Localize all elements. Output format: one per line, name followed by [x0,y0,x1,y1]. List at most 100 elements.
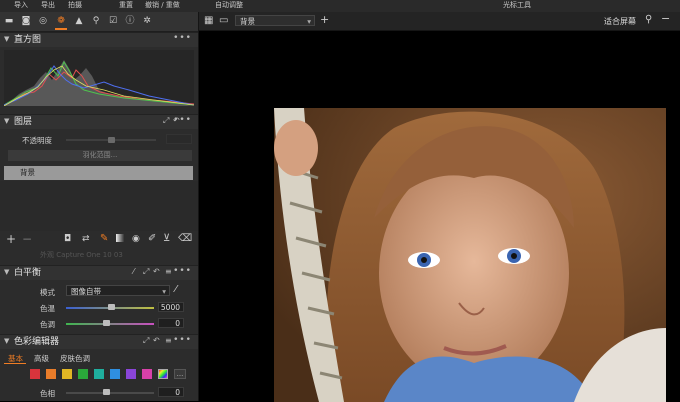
viewer-toolbar: ▦ ▭ 背景 ▾ + 适合屏幕 ⚲ − [199,12,680,31]
fill-icon[interactable]: ⊻ [163,233,170,244]
chevron-down-icon: ▾ [162,287,166,296]
hue-label: 色相 [40,389,55,398]
color-editor-header[interactable]: ▼ 色彩编辑器 ⤢ ↶ ≡ ••• [0,334,198,349]
preset-icon[interactable]: ≡ [165,336,172,345]
collapse-icon[interactable]: ▼ [4,117,9,125]
color-swatch[interactable] [30,369,40,379]
reset-menu[interactable]: 重置 [119,0,133,11]
remove-layer-icon[interactable]: − [22,232,32,246]
more-icon[interactable]: ••• [173,33,192,43]
more-icon[interactable]: ••• [173,335,192,345]
kelvin-slider-thumb[interactable] [108,304,115,310]
photo[interactable] [274,108,666,402]
kelvin-value[interactable]: 5000 [158,302,184,312]
exposure-icon[interactable]: ▲ [73,15,85,27]
opacity-value[interactable] [166,134,192,144]
layers-title: 图层 [14,117,33,127]
collapse-icon[interactable]: ▼ [4,35,9,43]
erase-mask-icon[interactable]: ⌫ [178,233,192,244]
reset-icon[interactable]: ↶ [153,267,160,276]
color-swatch[interactable] [62,369,72,379]
gradient-icon[interactable] [116,234,124,242]
layer-list-area [0,181,198,231]
folder-icon[interactable]: ▬ [3,15,15,27]
lens-icon[interactable]: ◎ [37,15,49,27]
apply-icon[interactable]: ⤢ [163,116,169,126]
hue-slider[interactable] [66,392,154,394]
more-icon[interactable]: ••• [173,266,192,276]
hue-slider-thumb[interactable] [103,389,110,395]
capture-menu[interactable]: 拍摄 [68,0,82,11]
cursor-tools-menu[interactable]: 光标工具 [503,0,531,11]
color-swatch[interactable] [110,369,120,379]
color-swatch[interactable] [142,369,152,379]
add-icon[interactable]: + [320,13,329,26]
layer-tools: + − ◘ ⇄ ✎ ◉ ✐ ⊻ ⌫ [0,231,198,249]
image-viewer [199,31,680,402]
apply-icon[interactable]: ⤢ [143,267,149,277]
zoom-out-icon[interactable]: − [661,12,670,25]
undo-redo-menu[interactable]: 撤销 / 重做 [145,0,180,11]
color-swatch[interactable] [46,369,56,379]
wb-mode-select[interactable]: 图像自带 ▾ [66,285,170,296]
tint-value[interactable]: 0 [158,318,184,328]
collapse-icon[interactable]: ▼ [4,337,9,345]
active-tab-indicator [4,363,26,364]
all-colors-swatch[interactable] [158,369,168,379]
auto-adjust-menu[interactable]: 自动调整 [215,0,243,11]
picker-icon[interactable]: ⁄ [133,267,134,276]
radial-icon[interactable]: ◉ [132,234,140,244]
tint-slider[interactable] [66,323,154,325]
wb-mode-value: 图像自带 [71,287,101,296]
reset-icon[interactable]: ↶ [153,336,160,345]
metadata-icon[interactable]: ⓘ [124,15,136,27]
import-menu[interactable]: 导入 [14,0,28,11]
mask-icon[interactable]: ◘ [64,234,71,244]
swatch-more-button[interactable]: ... [174,369,186,379]
tab-advanced[interactable]: 高级 [34,353,49,364]
apply-icon[interactable]: ⤢ [143,336,149,346]
hue-value[interactable]: 0 [158,387,184,397]
tab-skin-tone[interactable]: 皮肤色调 [60,353,90,364]
tool-tabs: ▬ ◙ ◎ ❁ ▲ ⚲ ☑ ⓘ ✲ [0,12,198,32]
eraser-icon[interactable]: ✐ [148,233,156,244]
layer-item-background[interactable]: 背景 [4,166,193,180]
layers-header[interactable]: ▼ 图层 ⤢ ↶ ••• [0,114,198,129]
fit-screen-label[interactable]: 适合屏幕 [604,16,636,27]
opacity-slider-thumb[interactable] [108,137,115,143]
collapse-icon[interactable]: ▼ [4,268,9,276]
tint-slider-thumb[interactable] [103,320,110,326]
chevron-down-icon: ▾ [307,17,311,26]
kelvin-label: 色温 [40,304,55,313]
tint-label: 色调 [40,320,55,329]
adjustments-icon[interactable]: ☑ [107,15,119,27]
single-view-icon[interactable]: ▭ [219,15,228,26]
grid-view-icon[interactable]: ▦ [204,15,213,26]
white-balance-header[interactable]: ▼ 白平衡 ⁄ ⤢ ↶ ≡ ••• [0,265,198,280]
partial-text: 外观 Capture One 10 03 [40,251,123,259]
histogram-header[interactable]: ▼ 直方图 ••• [0,32,198,47]
color-swatch[interactable] [126,369,136,379]
color-editor-title: 色彩编辑器 [14,337,60,347]
settings-icon[interactable]: ✲ [141,15,153,27]
color-swatch[interactable] [78,369,88,379]
histogram-graph [3,50,195,107]
eyedropper-icon[interactable]: ⁄ [175,284,177,295]
feather-button[interactable]: 羽化范围... [8,150,192,161]
export-menu[interactable]: 导出 [41,0,55,11]
add-layer-icon[interactable]: + [6,232,16,246]
layer-select[interactable]: 背景 ▾ [235,15,315,26]
color-swatches: ... [0,369,198,381]
more-icon[interactable]: ••• [173,115,192,125]
top-menu-bar: 导入 导出 拍摄 重置 撤销 / 重做 自动调整 光标工具 [0,0,680,12]
color-editor-tabs: 基本 高级 皮肤色调 [0,352,198,364]
preset-icon[interactable]: ≡ [165,267,172,276]
camera-icon[interactable]: ◙ [20,15,32,27]
color-swatch[interactable] [94,369,104,379]
details-icon[interactable]: ⚲ [90,15,102,27]
brush-icon[interactable]: ✎ [100,233,108,244]
color-icon[interactable]: ❁ [55,15,67,30]
zoom-icon[interactable]: ⚲ [645,14,652,25]
layer-select-value: 背景 [240,17,255,26]
swap-icon[interactable]: ⇄ [82,234,90,244]
